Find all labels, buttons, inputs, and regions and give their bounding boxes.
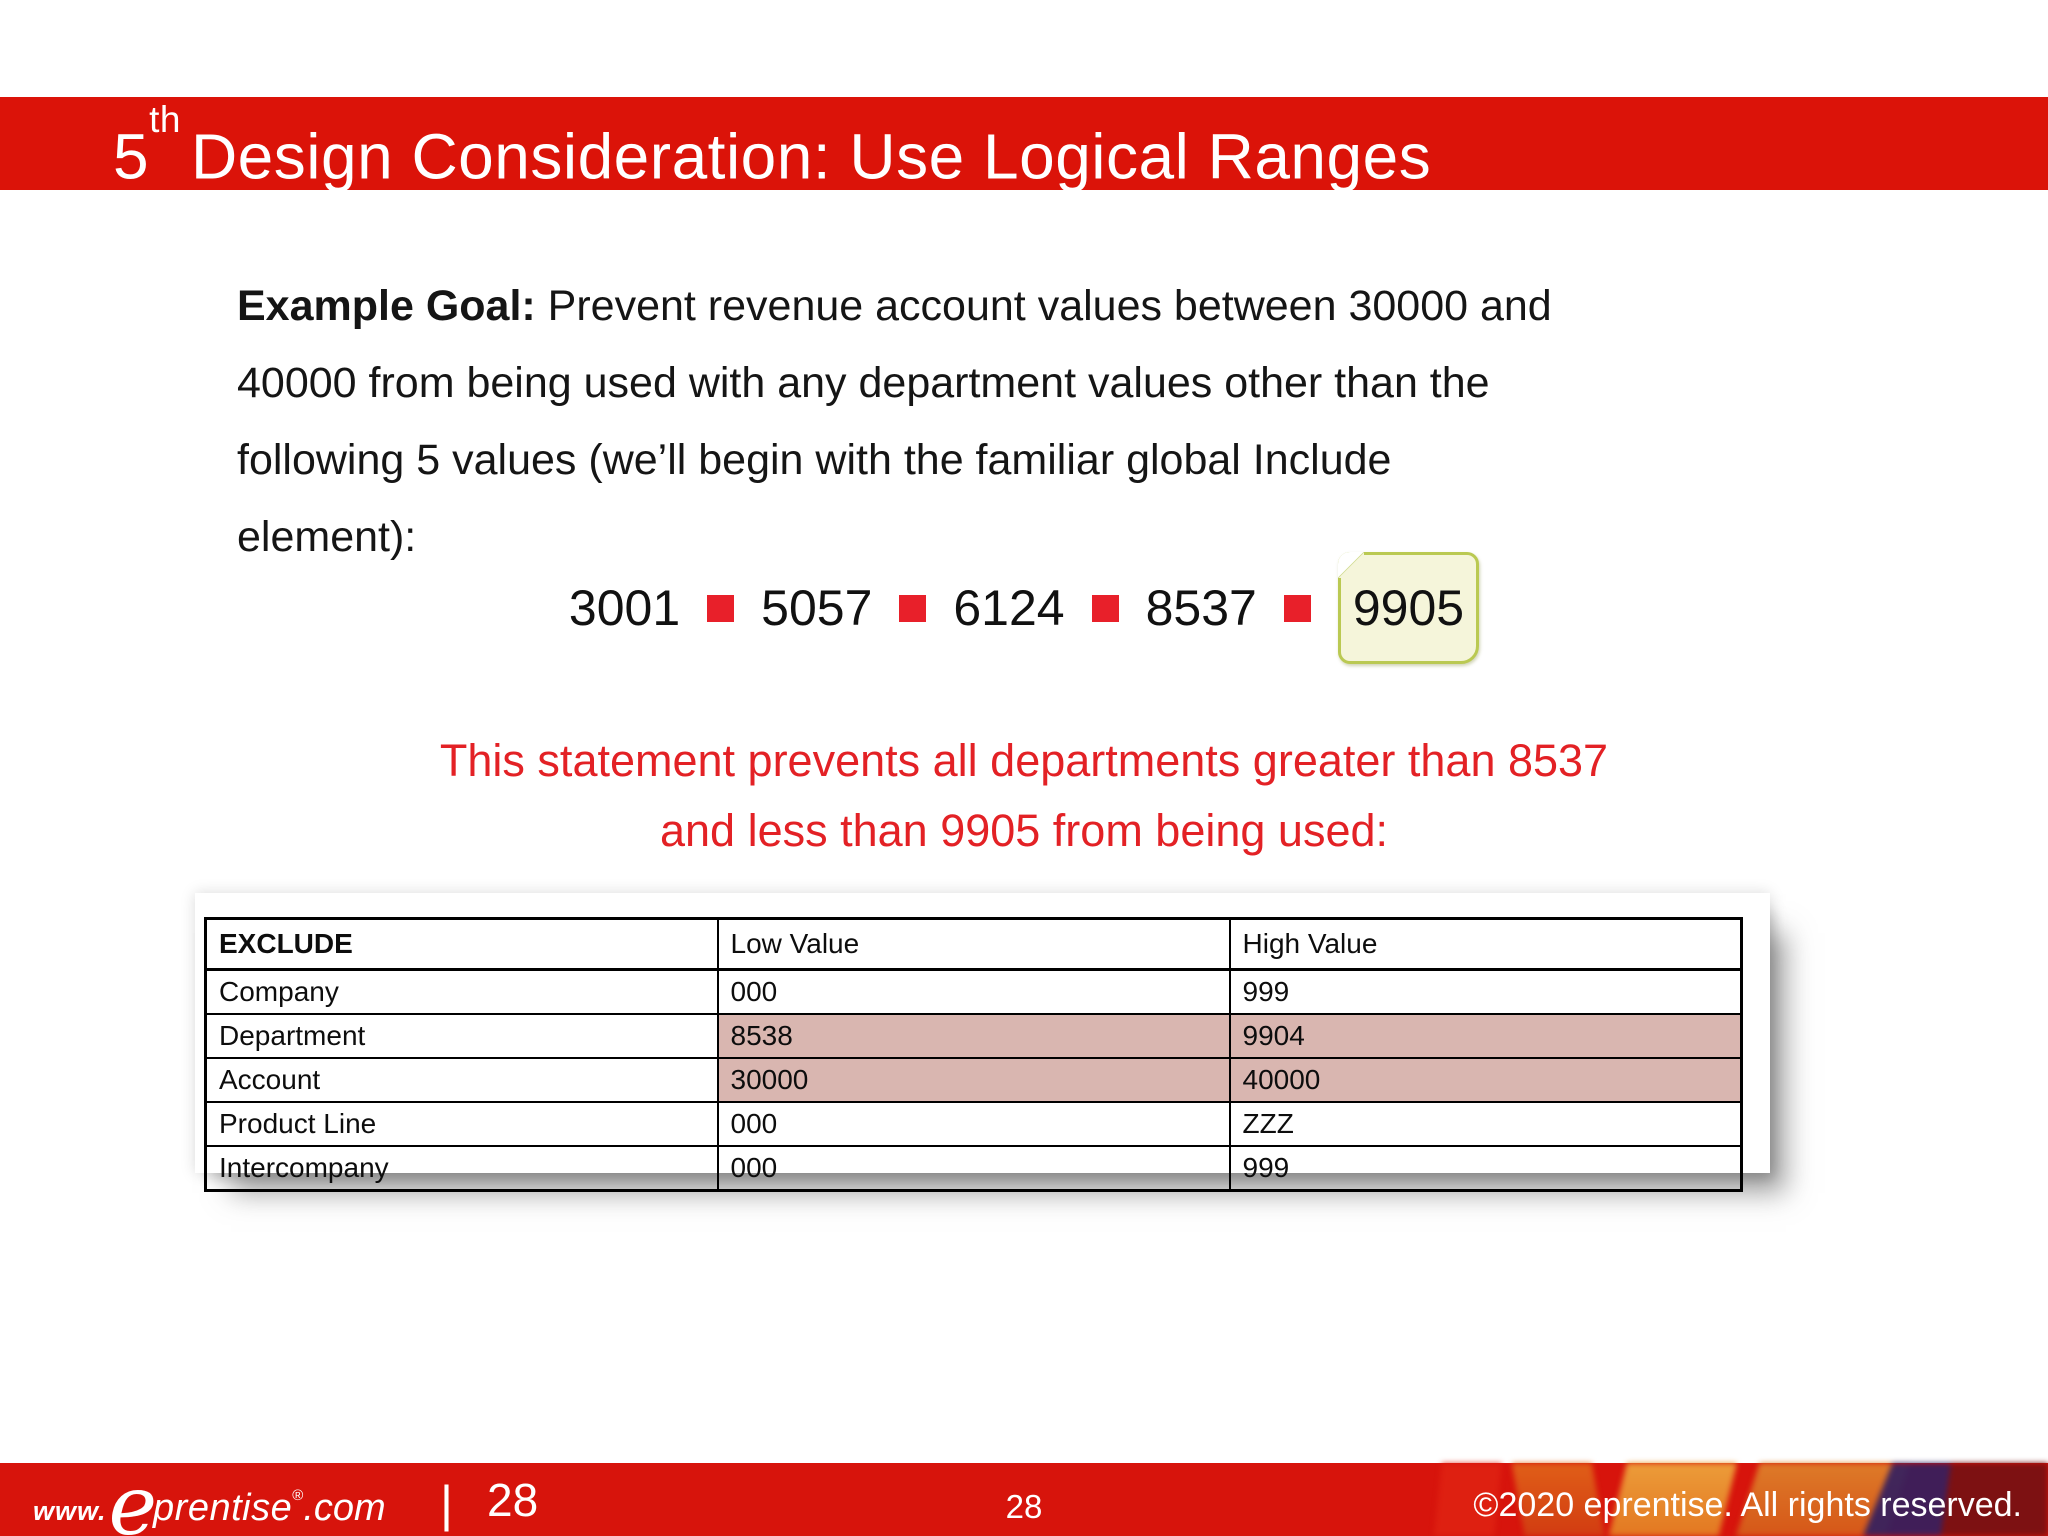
example-goal-paragraph: Example Goal: Prevent revenue account va… <box>237 268 1557 576</box>
include-value: 8537 <box>1145 580 1257 636</box>
high-value-cell: ZZZ <box>1228 1101 1743 1147</box>
statement-line-1: This statement prevents all departments … <box>439 735 1609 786</box>
high-value-cell-highlighted: 40000 <box>1228 1057 1743 1103</box>
red-square-bullet-icon <box>1091 594 1119 622</box>
low-value-cell-highlighted: 30000 <box>716 1057 1231 1103</box>
copyright-text: ©2020 eprentise. All rights reserved. <box>1473 1486 2022 1524</box>
high-value-cell: 999 <box>1228 968 1743 1015</box>
exclude-table: EXCLUDE Low Value High Value Company 000… <box>204 917 1743 1192</box>
column-header-high-value: High Value <box>1228 917 1743 971</box>
low-value-cell: 000 <box>716 1101 1231 1147</box>
red-square-bullet-icon <box>1283 594 1311 622</box>
column-header-exclude: EXCLUDE <box>204 917 719 971</box>
title-number: 5 <box>113 120 150 193</box>
low-value-cell: 000 <box>716 1145 1231 1192</box>
presentation-slide: 5thDesign Consideration: Use Logical Ran… <box>0 0 2048 1536</box>
low-value-cell: 000 <box>716 968 1231 1015</box>
footer-bar: www. e prentise ® .com | 28 28 ©2020 epr… <box>0 1463 2048 1536</box>
segment-label: Intercompany <box>204 1145 719 1192</box>
statement-text: This statement prevents all departments … <box>0 726 2048 866</box>
include-value-highlighted: 9905 <box>1352 580 1465 636</box>
include-value: 3001 <box>568 580 681 636</box>
include-value: 6124 <box>953 580 1065 636</box>
statement-line-2: and less than 9905 from being used: <box>660 805 1388 856</box>
title-ordinal: th <box>149 99 181 140</box>
table-row-product-line: Product Line 000 ZZZ <box>204 1101 1743 1147</box>
column-header-low-value: Low Value <box>716 917 1231 971</box>
high-value-cell: 999 <box>1228 1145 1743 1192</box>
low-value-cell-highlighted: 8538 <box>716 1013 1231 1059</box>
highlight-note-box: 9905 <box>1337 552 1480 664</box>
table-row-account: Account 30000 40000 <box>204 1057 1743 1103</box>
title-banner: 5thDesign Consideration: Use Logical Ran… <box>0 97 2048 192</box>
page-title: 5thDesign Consideration: Use Logical Ran… <box>0 97 2048 203</box>
table-row-company: Company 000 999 <box>204 968 1743 1015</box>
high-value-cell-highlighted: 9904 <box>1228 1013 1743 1059</box>
segment-label: Product Line <box>204 1101 719 1147</box>
title-text: Design Consideration: Use Logical Ranges <box>190 120 1432 193</box>
segment-label: Department <box>204 1013 719 1059</box>
red-square-bullet-icon <box>899 594 927 622</box>
red-square-bullet-icon <box>707 594 735 622</box>
segment-label: Account <box>204 1057 719 1103</box>
include-values-row: 3001 5057 6124 8537 9905 <box>0 552 2048 664</box>
include-value: 5057 <box>761 580 873 636</box>
exclude-table-card: EXCLUDE Low Value High Value Company 000… <box>195 893 1770 1192</box>
example-goal-label: Example Goal: <box>237 282 536 330</box>
table-header-row: EXCLUDE Low Value High Value <box>204 917 1743 971</box>
segment-label: Company <box>204 968 719 1015</box>
table-row-department: Department 8538 9904 <box>204 1013 1743 1059</box>
table-row-intercompany: Intercompany 000 999 <box>204 1145 1743 1192</box>
